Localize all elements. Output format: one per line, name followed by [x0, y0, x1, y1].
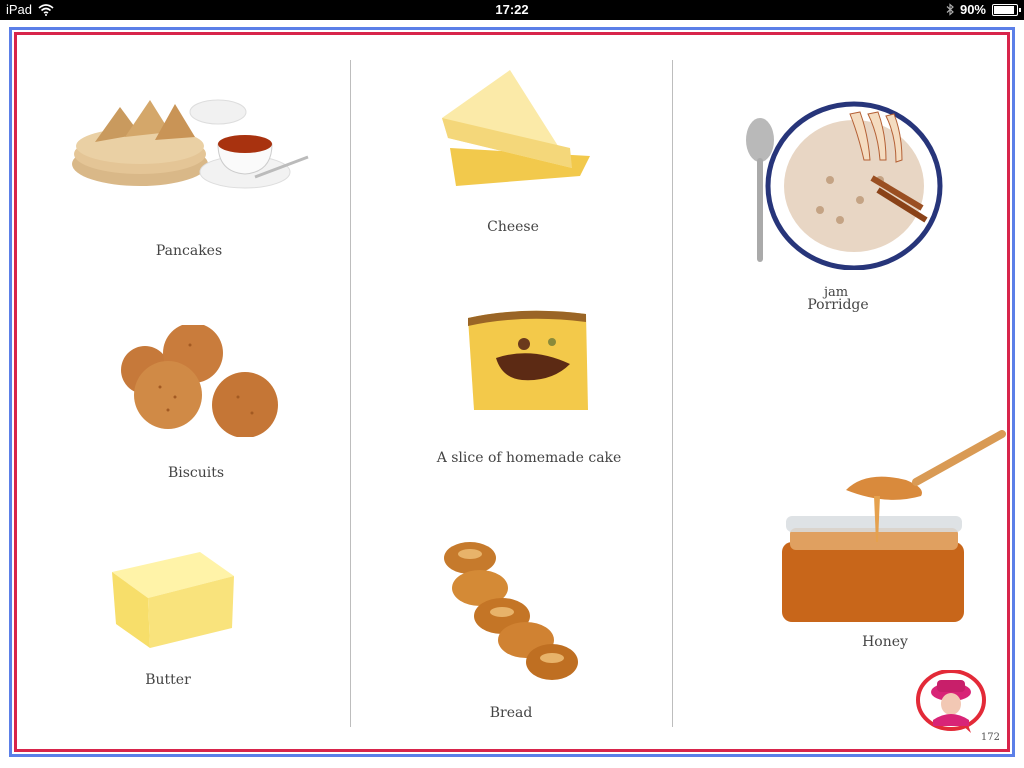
- caption-bread: Bread: [489, 705, 533, 721]
- caption-cheese: Cheese: [487, 219, 539, 235]
- queen-speech-bubble-icon[interactable]: [915, 670, 987, 734]
- butter-illustration: [112, 552, 234, 648]
- page-number: 172: [980, 732, 1000, 743]
- caption-biscuits: Biscuits: [167, 465, 225, 481]
- honey-illustration: [782, 430, 1006, 622]
- battery-icon: [992, 3, 1021, 16]
- caption-cake: A slice of homemade cake: [436, 450, 622, 466]
- bluetooth-icon: [946, 3, 954, 16]
- column-divider: [350, 60, 351, 727]
- cheese-illustration: [442, 70, 590, 186]
- pancakes-illustration: [72, 99, 309, 189]
- caption-honey: Honey: [862, 634, 908, 650]
- caption-pancakes: Pancakes: [155, 243, 223, 259]
- status-bar: iPad 17:22 90%: [0, 0, 1024, 20]
- battery-percent: 90%: [959, 2, 986, 17]
- caption-porridge: Porridge: [807, 297, 869, 313]
- porridge-illustration: [746, 101, 943, 270]
- status-time: 17:22: [495, 2, 529, 17]
- column-divider: [672, 60, 673, 727]
- cake-illustration: [468, 310, 588, 410]
- bread-illustration: [444, 542, 578, 680]
- caption-butter: Butter: [145, 672, 191, 688]
- biscuits-illustration: [121, 325, 278, 437]
